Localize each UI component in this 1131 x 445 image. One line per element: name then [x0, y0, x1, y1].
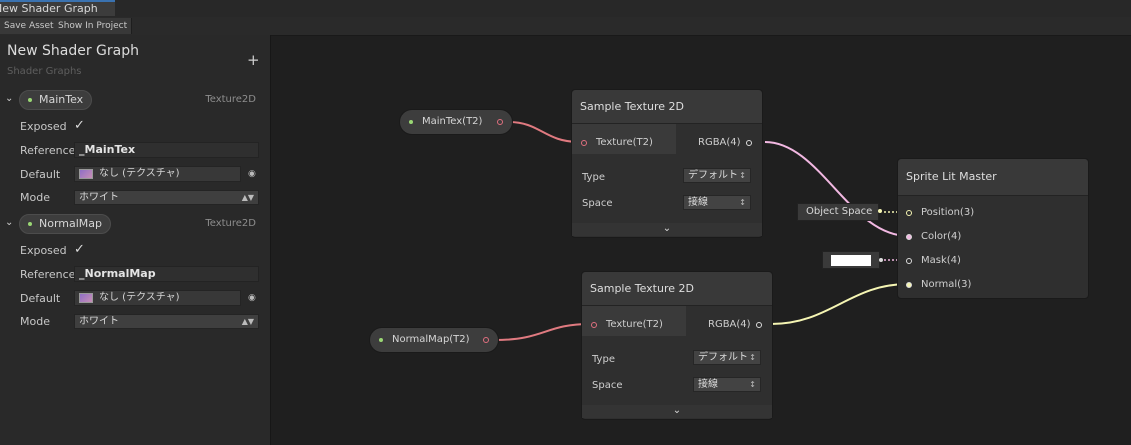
- object-picker-icon[interactable]: ◉: [248, 293, 256, 303]
- type-dropdown[interactable]: デフォルト ↕: [683, 168, 751, 183]
- blackboard-subtitle: Shader Graphs: [7, 66, 82, 77]
- inline-port-dot-icon: [878, 209, 882, 213]
- dropdown-arrow-icon: ↕: [749, 353, 756, 362]
- sample-texture-2d-node-1[interactable]: Sample Texture 2D Texture(T2) RGBA(4) Ty…: [571, 89, 763, 238]
- property-name: MainTex: [39, 93, 84, 106]
- dropdown-arrow-icon: ↕: [739, 198, 746, 207]
- sprite-lit-master-node[interactable]: Sprite Lit Master Position(3) Color(4) M…: [897, 158, 1089, 299]
- exposed-label: Exposed: [20, 120, 67, 133]
- blackboard-panel: New Shader Graph Shader Graphs + ⌄ MainT…: [0, 35, 271, 445]
- default-texture-field[interactable]: なし (テクスチャ): [74, 166, 241, 182]
- default-label: Default: [20, 168, 61, 181]
- property-name: NormalMap: [39, 217, 103, 230]
- mask-color-field[interactable]: [822, 251, 880, 269]
- blackboard-title: New Shader Graph: [7, 43, 139, 59]
- default-texture-value: なし (テクスチャ): [99, 168, 180, 179]
- normal-port-label: Normal(3): [921, 279, 972, 290]
- rgba-output-port-icon[interactable]: [756, 322, 762, 328]
- exposed-checkbox[interactable]: ✓: [74, 243, 86, 256]
- wire-maintex-to-sample1: [508, 121, 580, 143]
- collapse-chevron-icon[interactable]: ⌄: [5, 217, 13, 228]
- wire-sample1-to-color: [764, 141, 909, 237]
- normal-port-icon[interactable]: [906, 282, 912, 288]
- property-type: Texture2D: [205, 218, 256, 229]
- maintex-node-label: MainTex(T2): [422, 116, 483, 127]
- reference-label: Reference: [20, 268, 76, 281]
- sample-texture-2d-node-2[interactable]: Sample Texture 2D Texture(T2) RGBA(4) Ty…: [581, 271, 773, 420]
- space-dropdown[interactable]: 接線 ↕: [683, 195, 751, 210]
- dropdown-arrow-icon: ↕: [739, 171, 746, 180]
- space-value: 接線: [688, 197, 708, 208]
- space-value: 接線: [698, 379, 718, 390]
- texture-thumbnail-icon: [79, 169, 93, 179]
- exposed-checkbox[interactable]: ✓: [74, 119, 86, 132]
- texture-thumbnail-icon: [79, 293, 93, 303]
- output-port-icon[interactable]: [483, 337, 489, 343]
- type-value: デフォルト: [698, 352, 748, 363]
- mode-label: Mode: [20, 315, 50, 328]
- add-property-button[interactable]: +: [247, 51, 260, 69]
- position-input-value: Object Space: [806, 206, 873, 217]
- property-name-pill[interactable]: MainTex: [19, 90, 93, 110]
- space-dropdown[interactable]: 接線 ↕: [693, 377, 761, 392]
- property-dot-icon: [28, 222, 32, 226]
- normalmap-property-node[interactable]: NormalMap(T2): [369, 327, 499, 353]
- mask-color-swatch: [831, 255, 871, 266]
- space-label: Space: [592, 380, 623, 391]
- mode-label: Mode: [20, 191, 50, 204]
- wire-normalmap-to-sample2: [494, 323, 591, 341]
- property-dot-icon: [409, 120, 413, 124]
- property-dot-icon: [379, 338, 383, 342]
- texture-input-label: Texture(T2): [606, 319, 663, 330]
- color-port-icon[interactable]: [906, 234, 912, 240]
- output-port-icon[interactable]: [497, 119, 503, 125]
- dropdown-arrow-icon: ↕: [749, 380, 756, 389]
- node-title: Sprite Lit Master: [898, 159, 1088, 196]
- exposed-label: Exposed: [20, 244, 67, 257]
- object-picker-icon[interactable]: ◉: [248, 169, 256, 179]
- dropdown-arrow-icon: ▲▼: [241, 317, 254, 326]
- space-label: Space: [582, 198, 613, 209]
- position-port-label: Position(3): [921, 207, 975, 218]
- mode-value: ホワイト: [79, 192, 119, 203]
- mode-value: ホワイト: [79, 316, 119, 327]
- property-dot-icon: [28, 98, 32, 102]
- mask-port-icon[interactable]: [906, 258, 912, 264]
- rgba-output-label: RGBA(4): [698, 137, 741, 148]
- position-port-icon[interactable]: [906, 210, 912, 216]
- type-value: デフォルト: [688, 170, 738, 181]
- dropdown-arrow-icon: ▲▼: [241, 193, 254, 202]
- inline-port-dot-icon: [879, 258, 883, 262]
- type-dropdown[interactable]: デフォルト ↕: [693, 350, 761, 365]
- color-port-label: Color(4): [921, 231, 962, 242]
- default-texture-value: なし (テクスチャ): [99, 292, 180, 303]
- maintex-property-node[interactable]: MainTex(T2): [399, 109, 513, 135]
- expand-chevron-icon[interactable]: ⌄: [572, 223, 762, 236]
- default-label: Default: [20, 292, 61, 305]
- type-label: Type: [582, 172, 605, 183]
- mask-port-label: Mask(4): [921, 255, 961, 266]
- property-name-pill[interactable]: NormalMap: [19, 214, 112, 234]
- rgba-output-port-icon[interactable]: [746, 140, 752, 146]
- rgba-output-label: RGBA(4): [708, 319, 751, 330]
- mode-dropdown[interactable]: ホワイト ▲▼: [74, 314, 259, 329]
- node-title: Sample Texture 2D: [582, 272, 772, 306]
- reference-field[interactable]: _MainTex: [74, 142, 259, 158]
- reference-field[interactable]: _NormalMap: [74, 266, 259, 282]
- node-title: Sample Texture 2D: [572, 90, 762, 124]
- mode-dropdown[interactable]: ホワイト ▲▼: [74, 190, 259, 205]
- property-type: Texture2D: [205, 94, 256, 105]
- reference-label: Reference: [20, 144, 76, 157]
- collapse-chevron-icon[interactable]: ⌄: [5, 93, 13, 104]
- position-input-field[interactable]: Object Space: [797, 203, 879, 221]
- texture-input-label: Texture(T2): [596, 137, 653, 148]
- texture-input-port-icon[interactable]: [591, 322, 597, 328]
- texture-input-port-icon[interactable]: [581, 140, 587, 146]
- type-label: Type: [592, 354, 615, 365]
- default-texture-field[interactable]: なし (テクスチャ): [74, 290, 241, 306]
- wire-sample2-to-normal: [770, 283, 909, 325]
- normalmap-node-label: NormalMap(T2): [392, 334, 470, 345]
- expand-chevron-icon[interactable]: ⌄: [582, 405, 772, 418]
